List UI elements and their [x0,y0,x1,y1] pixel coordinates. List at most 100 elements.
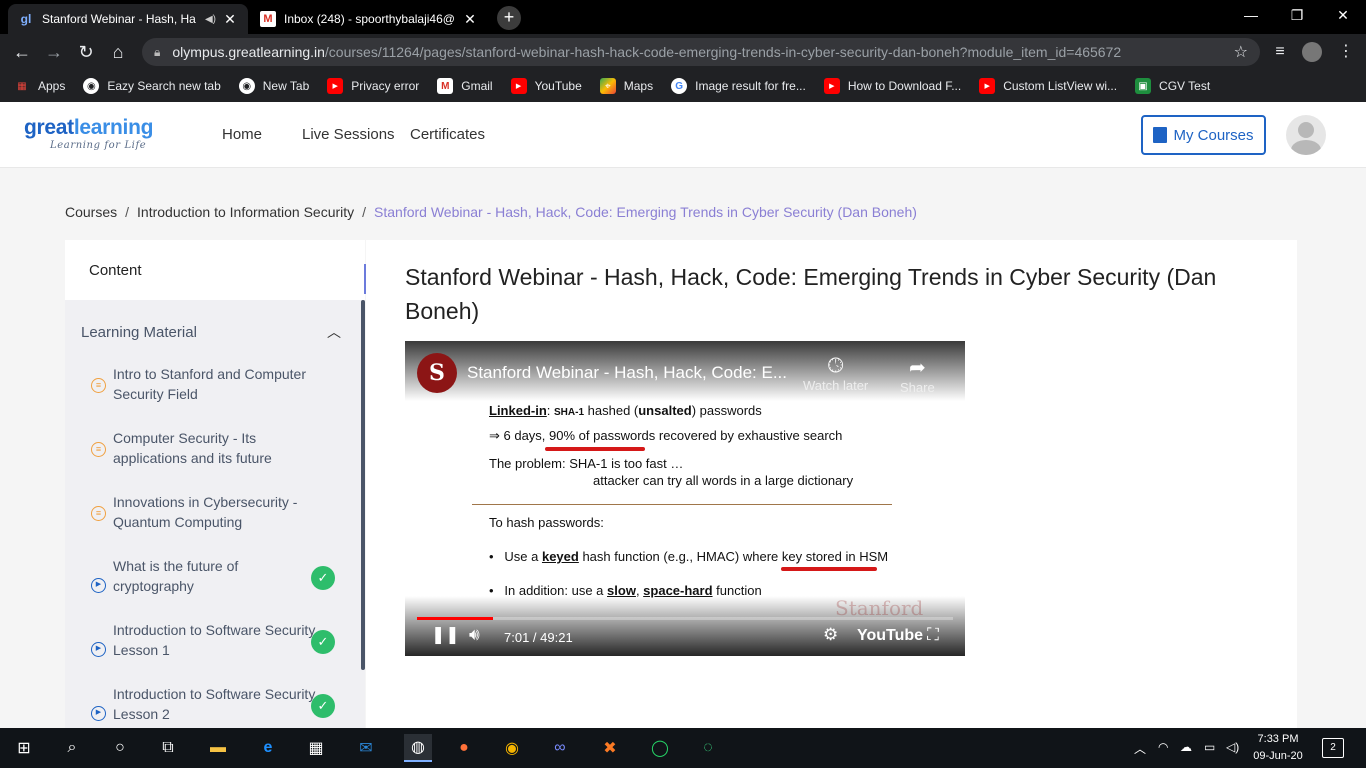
youtube-icon: ▶ [823,78,840,94]
whatsapp-icon[interactable]: ◯ [648,736,672,760]
home-icon[interactable]: ⌂ [106,40,130,64]
bookmark-label: Maps [623,79,654,93]
browser-tab-bar: gl Stanford Webinar - Hash, Ha ◀︎) ✕ M I… [0,0,1366,34]
nav-home[interactable]: Home [222,126,262,143]
search-icon[interactable]: ⌕ [60,736,84,760]
content-sidebar: Content Learning Material ︿ ≡ Intro to S… [65,240,365,728]
nav-certificates[interactable]: Certificates [410,126,485,143]
apps-grid-icon: ▦ [17,80,27,92]
stanford-channel-icon[interactable]: S [417,353,457,393]
document-icon: ≡ [91,506,106,521]
mail-icon[interactable]: ✉ [354,736,378,760]
avatar[interactable] [1286,115,1326,155]
chevron-up-icon[interactable]: ︿ [1134,740,1146,757]
breadcrumb-current: Stanford Webinar - Hash, Hack, Code: Eme… [374,204,917,220]
breadcrumb-courses[interactable]: Courses [65,204,117,220]
sidebar-scrollbar[interactable] [361,300,365,670]
volume-icon[interactable]: ◁) [1226,740,1239,754]
app-shield-icon[interactable]: ◉ [500,736,524,760]
tab-gmail-inbox[interactable]: M Inbox (248) - spoorthybalaji46@ ✕ [250,4,488,34]
pause-icon[interactable]: ❚❚ [431,625,460,645]
bookmark-custom-listview[interactable]: ▶ Custom ListView wi... [979,78,1117,94]
greatlearning-logo[interactable]: greatlearning Learning for Life [24,116,153,151]
maximize-icon[interactable]: ❐ [1274,0,1320,30]
new-tab-button[interactable]: + [497,6,521,30]
volume-icon[interactable]: 🔊︎ [469,625,480,645]
file-explorer-icon[interactable]: ▬ [206,736,230,760]
bookmark-eazy-search[interactable]: ◉ Eazy Search new tab [83,78,221,94]
close-tab-icon[interactable]: ✕ [222,11,238,28]
logo-tagline: Learning for Life [50,140,147,151]
youtube-video-player[interactable]: Linked-in: SHA-1 hashed (unsalted) passw… [405,341,965,656]
bookmark-label: CGV Test [1159,79,1211,93]
task-view-icon[interactable]: ⧉ [156,736,180,760]
user-icon [1298,122,1314,138]
windows-start-icon[interactable]: ⊞ [12,736,36,760]
lesson-item[interactable]: ≡ Intro to Stanford and Computer Securit… [65,364,365,428]
back-arrow-icon[interactable]: ← [10,40,34,64]
video-progress-bar[interactable] [417,617,953,620]
globe-icon: ◉ [238,78,255,94]
battery-icon[interactable]: ▭ [1204,740,1215,754]
edge-icon[interactable]: e [256,736,280,760]
bookmark-star-icon[interactable]: ☆ [1234,42,1248,62]
fullscreen-icon[interactable]: ⛶ [927,625,939,645]
minimize-icon[interactable]: — [1228,0,1274,30]
reload-icon[interactable]: ↻ [74,40,98,64]
watch-later-button[interactable]: 🕓︎ Watch later [803,355,868,393]
chevron-up-icon[interactable]: ︿ [327,322,341,342]
close-tab-icon[interactable]: ✕ [462,11,478,28]
bookmark-apps[interactable]: ▦ Apps [14,78,65,94]
settings-gear-icon[interactable]: ⚙ [823,625,838,645]
nav-live-sessions[interactable]: Live Sessions [302,126,395,143]
taskbar-clock[interactable]: 7:33 PM 09-Jun-20 [1248,731,1308,765]
slide-line: ⇒ 6 days, 90% of passwords recovered by … [489,428,843,443]
lesson-item[interactable]: ▶ Introduction to Software Security Less… [65,684,365,728]
close-window-icon[interactable]: ✕ [1320,0,1366,30]
slide-line: Linked-in: SHA-1 hashed (unsalted) passw… [489,403,762,418]
menu-kebab-icon[interactable]: ⋮ [1334,40,1358,64]
my-courses-button[interactable]: My Courses [1141,115,1266,155]
document-icon: ≡ [91,442,106,457]
forward-arrow-icon[interactable]: → [42,40,66,64]
bookmark-youtube[interactable]: ▶ YouTube [510,78,582,94]
bookmark-label: Eazy Search new tab [107,79,221,93]
media-control-icon[interactable]: ≡ [1268,40,1292,64]
bookmark-cgv-test[interactable]: ▣ CGV Test [1135,78,1210,94]
address-bar[interactable]: 🔒︎ olympus.greatlearning.in/courses/1126… [142,38,1260,66]
lesson-item[interactable]: ▶ What is the future of cryptography ✓ [65,556,365,620]
bookmark-image-result[interactable]: G Image result for fre... [671,78,806,94]
speaker-icon[interactable]: ◀︎) [205,14,216,25]
bookmark-gmail[interactable]: M Gmail [437,78,493,94]
bookmark-new-tab[interactable]: ◉ New Tab [238,78,309,94]
store-icon[interactable]: ▦ [304,736,328,760]
infinity-icon[interactable]: ∞ [548,736,572,760]
slide-line: attacker can try all words in a large di… [593,473,854,488]
lesson-item[interactable]: ≡ Innovations in Cybersecurity - Quantum… [65,492,365,556]
chrome-icon[interactable]: ◍ [404,734,432,762]
tab-stanford-webinar[interactable]: gl Stanford Webinar - Hash, Ha ◀︎) ✕ [8,4,248,34]
learning-material-section[interactable]: Learning Material ︿ [65,300,365,364]
cloud-icon[interactable]: ☁ [1180,740,1192,754]
video-title[interactable]: Stanford Webinar - Hash, Hack, Code: E..… [467,363,787,383]
wifi-icon[interactable]: ◠ [1158,740,1168,754]
gl-favicon: gl [20,12,32,26]
bookmark-privacy-error[interactable]: ▶ Privacy error [327,78,419,94]
profile-icon[interactable] [1300,40,1324,64]
lesson-item[interactable]: ▶ Introduction to Software Security Less… [65,620,365,684]
lesson-item[interactable]: ≡ Computer Security - Its applications a… [65,428,365,492]
loading-ring-icon[interactable]: ◌ [696,736,720,760]
breadcrumb-course[interactable]: Introduction to Information Security [137,204,354,220]
play-circle-icon: ▶ [91,578,106,593]
red-annotation [781,567,877,571]
notifications-icon[interactable]: 2 [1322,738,1344,758]
lock-icon[interactable]: 🔒︎ [154,45,160,60]
cortana-icon[interactable]: ○ [108,736,132,760]
video-progress-fill [417,617,494,620]
share-button[interactable]: ➦ Share [900,355,935,395]
xampp-icon[interactable]: ✖ [598,736,622,760]
firefox-icon[interactable]: ● [452,736,476,760]
bookmark-maps[interactable]: ⌖ Maps [599,78,654,94]
youtube-brand-button[interactable]: YouTube [857,627,923,645]
bookmark-how-to-download[interactable]: ▶ How to Download F... [823,78,961,94]
